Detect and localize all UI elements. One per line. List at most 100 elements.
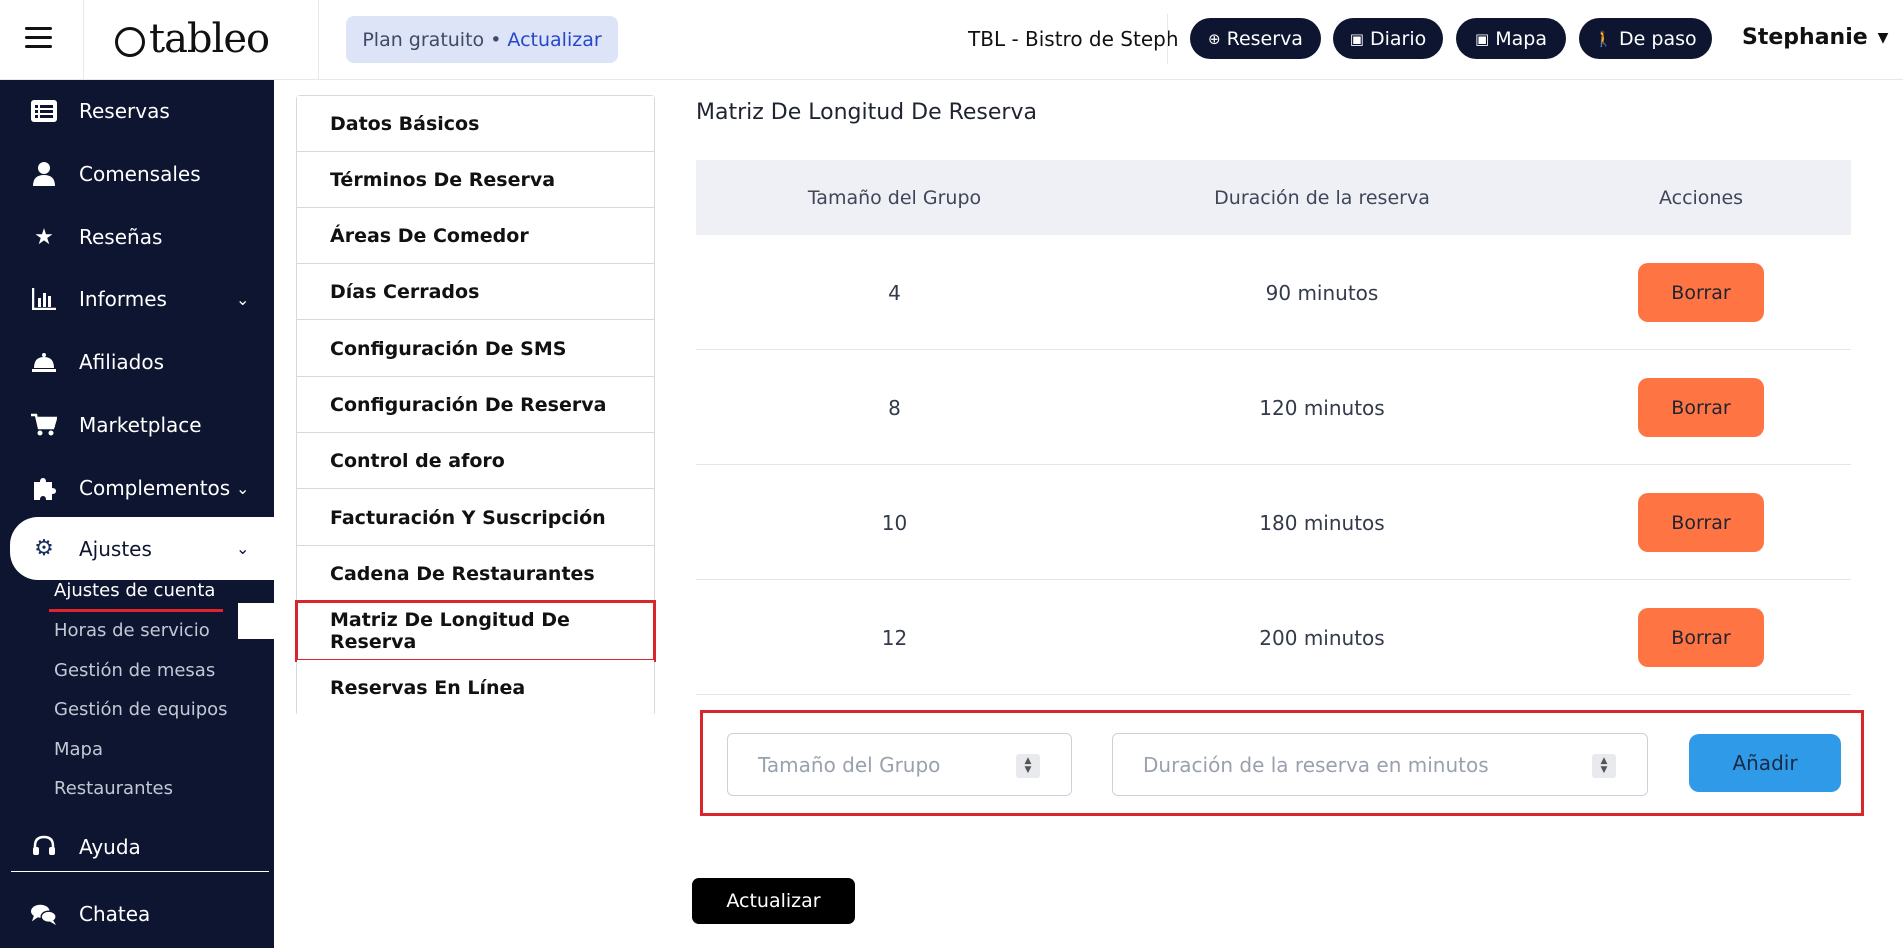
- column-header-duration: Duración de la reserva: [1214, 186, 1430, 209]
- cell-group-size: 8: [888, 395, 901, 420]
- header-divider: [83, 0, 84, 80]
- user-icon: [31, 161, 57, 187]
- subitem-horas-de-servicio[interactable]: Horas de servicio: [54, 620, 210, 641]
- sidebar-item-resenas[interactable]: ★ Reseñas: [0, 209, 274, 265]
- cell-duration: 120 minutos: [1259, 395, 1385, 420]
- sidebar-item-reservas[interactable]: Reservas: [0, 83, 274, 139]
- subitem-gestion-de-mesas[interactable]: Gestión de mesas: [54, 660, 215, 681]
- puzzle-icon: [31, 475, 57, 501]
- column-header-group-size: Tamaño del Grupo: [807, 186, 982, 209]
- delete-button[interactable]: Borrar: [1638, 378, 1764, 437]
- button-label: Diario: [1369, 27, 1427, 50]
- number-spinner-icon[interactable]: ▲ ▼: [1592, 754, 1616, 778]
- chevron-down-icon: ⌄: [236, 478, 250, 498]
- daily-button[interactable]: ▣ Diario: [1333, 18, 1443, 59]
- user-menu[interactable]: Stephanie ▼: [1742, 25, 1888, 50]
- sidebar-item-chatea[interactable]: Chatea: [0, 886, 274, 942]
- settings-item-reservas-en-linea[interactable]: Reservas En Línea: [297, 660, 654, 716]
- venue-name: TBL - Bistro de Steph: [968, 27, 1179, 51]
- walking-icon: 🚶: [1594, 29, 1614, 48]
- cell-group-size: 10: [881, 510, 908, 535]
- settings-item-facturacion-y-suscripcion[interactable]: Facturación Y Suscripción: [297, 490, 654, 546]
- sidebar-item-marketplace[interactable]: Marketplace: [0, 397, 274, 453]
- sidebar-item-label: Reservas: [79, 99, 170, 123]
- sidebar-item-afiliados[interactable]: Afiliados: [0, 334, 274, 390]
- subitem-ajustes-de-cuenta[interactable]: Ajustes de cuenta: [54, 580, 215, 601]
- gear-icon: ⚙: [34, 536, 54, 561]
- active-subitem-underline: [49, 609, 223, 612]
- calendar-icon: ▣: [1349, 29, 1364, 48]
- sidebar-item-ajustes[interactable]: ⚙ Ajustes ⌄: [10, 517, 274, 580]
- sidebar-item-comensales[interactable]: Comensales: [0, 146, 274, 202]
- settings-item-matriz-de-longitud[interactable]: Matriz De Longitud De Reserva: [295, 600, 656, 662]
- sidebar-item-label: Ayuda: [79, 835, 141, 859]
- hamburger-menu-icon[interactable]: [25, 27, 52, 49]
- settings-item-configuracion-de-sms[interactable]: Configuración De SMS: [297, 321, 654, 377]
- subitem-restaurantes[interactable]: Restaurantes: [54, 778, 173, 799]
- add-button[interactable]: Añadir: [1689, 734, 1841, 792]
- page-title: Matriz De Longitud De Reserva: [696, 100, 1037, 125]
- settings-item-control-de-aforo[interactable]: Control de aforo: [297, 433, 654, 489]
- plus-circle-icon: ⊕: [1208, 29, 1221, 48]
- list-icon: [31, 98, 57, 124]
- number-spinner-icon[interactable]: ▲ ▼: [1016, 754, 1040, 778]
- header-divider: [318, 0, 319, 80]
- delete-button[interactable]: Borrar: [1638, 493, 1764, 552]
- sidebar-item-label: Informes: [79, 287, 167, 311]
- column-header-actions: Acciones: [1658, 186, 1744, 209]
- top-bar: tableo Plan gratuito • Actualizar TBL - …: [0, 0, 1903, 80]
- plan-badge: Plan gratuito • Actualizar: [346, 16, 618, 63]
- sidebar-item-label: Marketplace: [79, 413, 202, 437]
- settings-item-datos-basicos[interactable]: Datos Básicos: [297, 96, 654, 152]
- calendar-icon: ▣: [1475, 29, 1490, 48]
- cell-duration: 180 minutos: [1259, 510, 1385, 535]
- table-row: 4 90 minutos Borrar: [696, 235, 1851, 350]
- settings-item-dias-cerrados[interactable]: Días Cerrados: [297, 264, 654, 320]
- cell-duration: 90 minutos: [1265, 280, 1379, 305]
- sidebar-item-label: Afiliados: [79, 350, 164, 374]
- table-row: 12 200 minutos Borrar: [696, 580, 1851, 695]
- bell-icon: [31, 349, 57, 375]
- headset-icon: [31, 834, 57, 860]
- new-reservation-button[interactable]: ⊕ Reserva: [1190, 18, 1321, 59]
- button-label: De paso: [1619, 27, 1697, 50]
- button-label: Reserva: [1226, 27, 1303, 50]
- delete-button[interactable]: Borrar: [1638, 608, 1764, 667]
- subitem-mapa[interactable]: Mapa: [54, 739, 103, 760]
- cell-duration: 200 minutos: [1259, 625, 1385, 650]
- chevron-down-icon: ⌄: [236, 289, 250, 309]
- delete-button[interactable]: Borrar: [1638, 263, 1764, 322]
- settings-item-areas-de-comedor[interactable]: Áreas De Comedor: [297, 208, 654, 264]
- settings-item-configuracion-de-reserva[interactable]: Configuración De Reserva: [297, 377, 654, 433]
- update-button[interactable]: Actualizar: [692, 878, 855, 924]
- table-header: Tamaño del Grupo Duración de la reserva …: [696, 160, 1851, 235]
- sidebar-item-ayuda[interactable]: Ayuda: [0, 819, 274, 875]
- sidebar-item-label: Chatea: [79, 902, 151, 926]
- walk-in-button[interactable]: 🚶 De paso: [1579, 18, 1712, 59]
- map-button[interactable]: ▣ Mapa: [1456, 18, 1566, 59]
- upgrade-link[interactable]: Actualizar: [507, 29, 601, 51]
- user-name: Stephanie: [1742, 25, 1868, 50]
- logo[interactable]: tableo: [115, 16, 270, 62]
- logo-mark-icon: [115, 27, 145, 57]
- chevron-down-icon: ⌄: [236, 539, 250, 558]
- sidebar-item-label: Comensales: [79, 162, 201, 186]
- subitem-gestion-de-equipos[interactable]: Gestión de equipos: [54, 699, 228, 720]
- settings-item-cadena-de-restaurantes[interactable]: Cadena De Restaurantes: [297, 546, 654, 602]
- cell-group-size: 12: [881, 625, 908, 650]
- sidebar-item-informes[interactable]: Informes ⌄: [0, 271, 274, 327]
- button-label: Mapa: [1495, 27, 1547, 50]
- group-size-placeholder: Tamaño del Grupo: [758, 752, 941, 777]
- cart-icon: [31, 412, 57, 438]
- sidebar: Reservas Comensales ★ Reseñas Informes ⌄…: [0, 80, 274, 948]
- star-icon: ★: [34, 224, 54, 250]
- sidebar-item-complementos[interactable]: Complementos ⌄: [0, 460, 274, 516]
- settings-item-terminos-de-reserva[interactable]: Términos De Reserva: [297, 152, 654, 208]
- bar-chart-icon: [31, 286, 57, 312]
- header-divider: [1167, 14, 1168, 64]
- sidebar-divider: [11, 871, 269, 872]
- cell-group-size: 4: [888, 280, 901, 305]
- chat-icon: [31, 901, 57, 927]
- group-size-input[interactable]: Tamaño del Grupo ▲ ▼: [727, 733, 1072, 796]
- duration-input[interactable]: Duración de la reserva en minutos ▲ ▼: [1112, 733, 1648, 796]
